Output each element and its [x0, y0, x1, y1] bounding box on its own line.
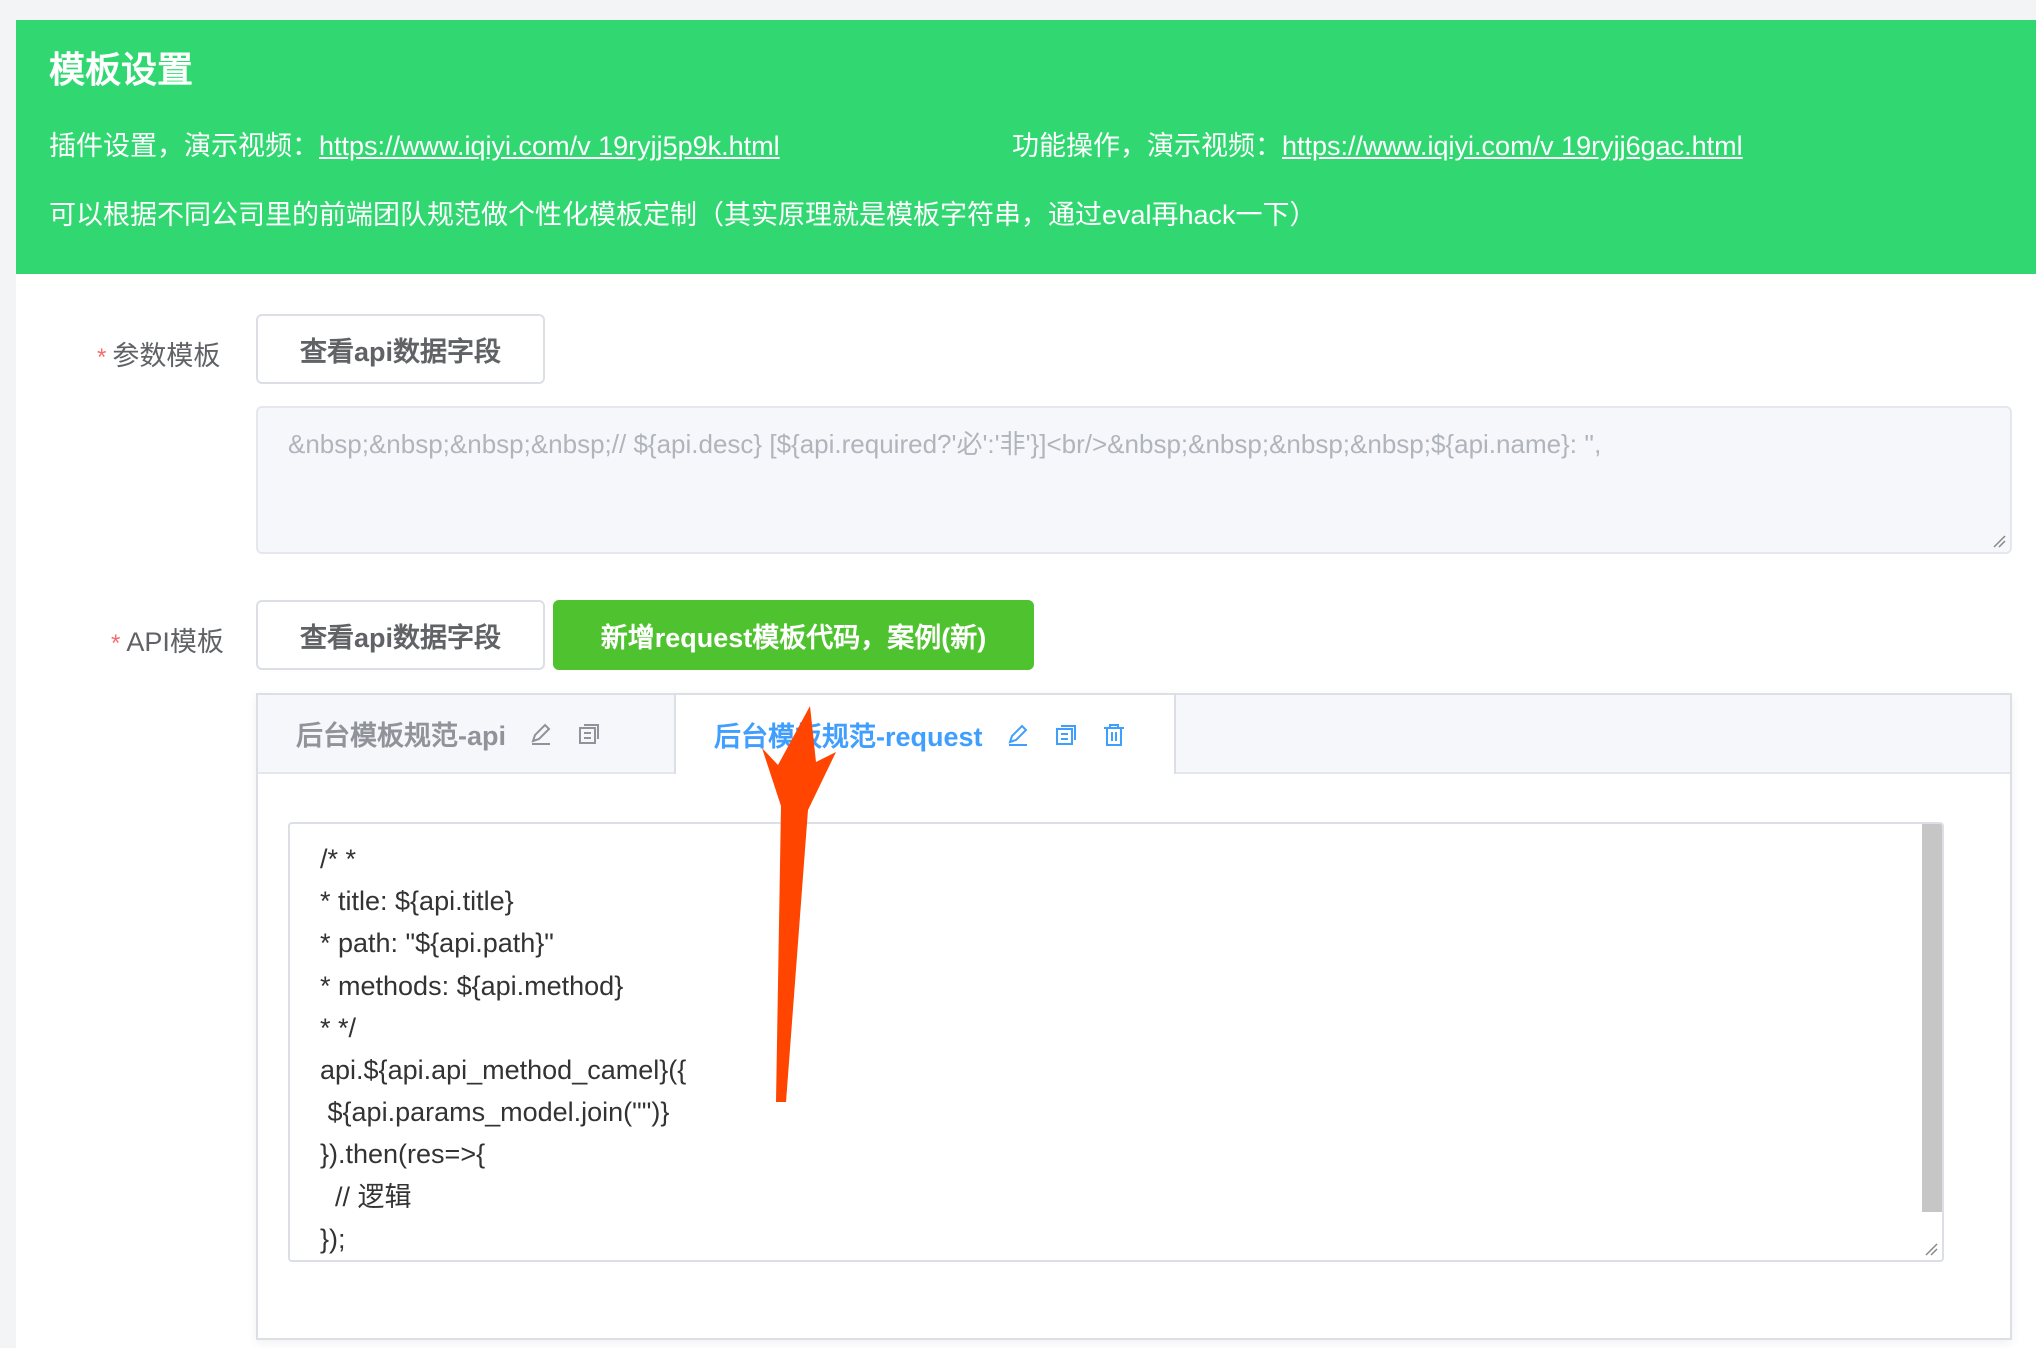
page-title: 模板设置 [49, 49, 194, 90]
param-template-textarea[interactable]: &nbsp;&nbsp;&nbsp;&nbsp;// ${api.desc} [… [256, 406, 2012, 554]
api-view-fields-button[interactable]: 查看api数据字段 [256, 600, 545, 670]
feature-video-label: 功能操作，演示视频： [1012, 131, 1282, 161]
tab-request-template[interactable]: 后台模板规范-request [674, 695, 1176, 774]
delete-icon[interactable] [1101, 722, 1127, 748]
tab-label: 后台模板规范-api [296, 721, 507, 751]
param-template-label: 参数模板 [112, 341, 221, 371]
code-line: * title: ${api.title} [320, 886, 514, 917]
param-template-value: &nbsp;&nbsp;&nbsp;&nbsp;// ${api.desc} [… [288, 429, 1602, 459]
code-line: api.${api.api_method_camel}({ [320, 1055, 687, 1086]
code-line: }); [320, 1223, 346, 1254]
edit-icon[interactable] [1005, 722, 1031, 748]
code-line: ${api.params_model.join("")} [320, 1097, 670, 1128]
feature-video-link[interactable]: https://www.iqiyi.com/v 19ryjj6gac.html [1282, 131, 1743, 161]
feature-video-row: 功能操作，演示视频：https://www.iqiyi.com/v 19ryjj… [1012, 124, 1743, 163]
copy-icon[interactable] [576, 721, 602, 747]
plugin-video-link[interactable]: https://www.iqiyi.com/v 19ryjj5p9k.html [319, 131, 780, 161]
add-request-template-button[interactable]: 新增request模板代码，案例(新) [553, 600, 1034, 670]
code-line: // 逻辑 [320, 1181, 412, 1212]
code-line: * */ [320, 1012, 357, 1043]
code-line: }).then(res=>{ [320, 1139, 486, 1170]
header-banner: 模板设置 插件设置，演示视频：https://www.iqiyi.com/v 1… [16, 20, 2036, 274]
request-template-code-editor[interactable]: /* * * title: ${api.title} * path: "${api.… [288, 822, 1944, 1262]
code-line: * methods: ${api.method} [320, 970, 624, 1001]
code-line: * path: "${api.path}" [320, 928, 554, 959]
tab-label: 后台模板规范-request [714, 722, 983, 752]
resize-handle-icon[interactable] [1992, 534, 2006, 548]
banner-description: 可以根据不同公司里的前端团队规范做个性化模板定制（其实原理就是模板字符串，通过e… [49, 200, 1317, 230]
api-template-label-wrap: * API模板 [111, 620, 224, 659]
resize-handle-icon[interactable] [1924, 1242, 1938, 1256]
required-mark: * [111, 630, 121, 657]
tab-api-template[interactable]: 后台模板规范-api [258, 695, 674, 772]
tabs-header: 后台模板规范-api 后台模板规范-request [258, 695, 2010, 774]
required-mark: * [97, 344, 107, 371]
param-view-fields-button[interactable]: 查看api数据字段 [256, 314, 545, 384]
code-line: /* * [320, 844, 357, 874]
edit-icon[interactable] [528, 721, 554, 747]
api-template-label: API模板 [126, 627, 224, 657]
plugin-video-label: 插件设置，演示视频： [49, 131, 319, 161]
plugin-video-row: 插件设置，演示视频：https://www.iqiyi.com/v 19ryjj… [49, 124, 780, 163]
page: 模板设置 插件设置，演示视频：https://www.iqiyi.com/v 1… [16, 20, 2036, 1348]
scrollbar[interactable] [1922, 824, 1942, 1212]
param-template-label-wrap: * 参数模板 [97, 334, 220, 373]
code-lines: /* * * title: ${api.title} * path: "${api.… [320, 838, 1912, 1260]
copy-icon[interactable] [1053, 722, 1079, 748]
template-tabs: 后台模板规范-api 后台模板规范-request /* * * title: … [256, 693, 2012, 1340]
